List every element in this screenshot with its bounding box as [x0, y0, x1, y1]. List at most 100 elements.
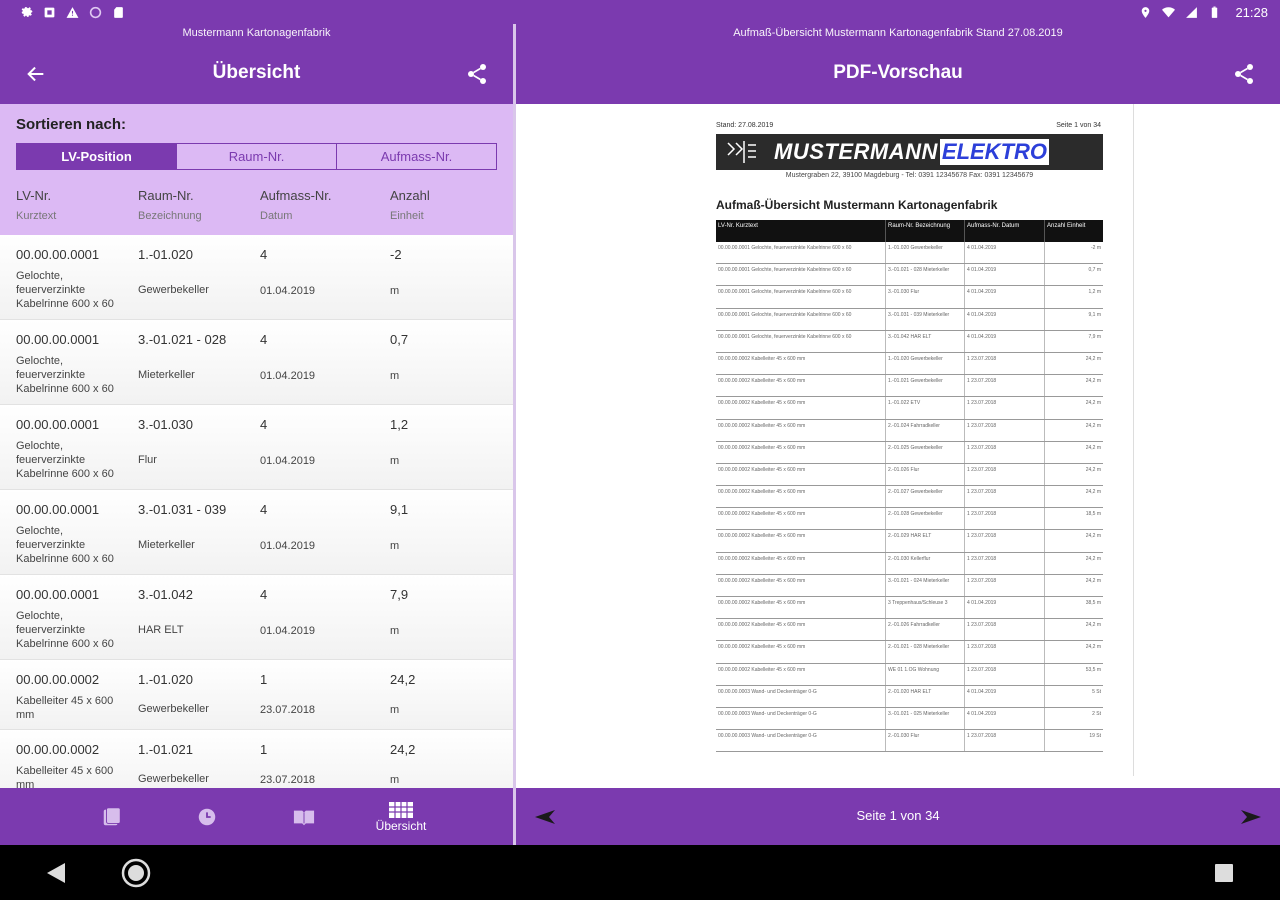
- pdf-table-cell: 00.00.00.0002 Kabelleiter 45 x 600 mm: [716, 597, 886, 619]
- documents-icon: [103, 806, 121, 825]
- pdf-table-cell: 00.00.00.0002 Kabelleiter 45 x 600 mm: [716, 463, 886, 486]
- logo-text-blue: ELEKTRO: [939, 139, 1050, 165]
- system-back-button[interactable]: [40, 857, 72, 889]
- sort-label: Sortieren nach:: [16, 116, 127, 133]
- list-item[interactable]: 00.00.00.0002 1.-01.020 1 24,2 Gewerbekeller…: [0, 660, 513, 730]
- row-datum: 01.04.2019: [260, 625, 316, 637]
- pdf-table-cell: 00.00.00.0002 Kabelleiter 45 x 600 mm: [716, 619, 886, 641]
- row-kurztext-line: Kabelrinne 600 x 60: [16, 553, 114, 565]
- list-item[interactable]: 00.00.00.0001 3.-01.042 4 7,9 HAR ELT 01.04.2…: [0, 575, 513, 660]
- row-kurztext-line: Gelochte,: [16, 610, 64, 622]
- pdf-pager: Seite 1 von 34: [516, 788, 1280, 845]
- pdf-table-cell: 1.-01.021 Gewerbekeller: [886, 375, 965, 397]
- nav-catalog[interactable]: [264, 788, 344, 845]
- pdf-table-cell: 1.-01.020 Gewerbekeller: [886, 352, 965, 375]
- row-anzahl: 9,1: [390, 502, 409, 517]
- pdf-table-cell: 2.-01.024 Fahrradkeller: [886, 419, 965, 441]
- pdf-table-cell: 1 23.07.2018: [965, 641, 1045, 663]
- row-kurztext: Gelochte, feuerverzinkte Kabelrinne 600 x …: [16, 269, 114, 311]
- row-kurztext-line: Gelochte,: [16, 270, 64, 282]
- pdf-table-row: 00.00.00.0002 Kabelleiter 45 x 600 mm 2.-…: [716, 641, 1103, 664]
- pdf-page-header: Stand: 27.08.2019 Seite 1 von 34: [716, 122, 1101, 129]
- nav-documents[interactable]: [72, 788, 152, 845]
- pdf-table-cell: 1 23.07.2018: [965, 397, 1045, 419]
- row-raum-nr: 3.-01.030: [138, 417, 193, 432]
- pdf-table-cell: 1.-01.022 ETV: [886, 397, 965, 419]
- sort-option-aufmass-nr[interactable]: Aufmass-Nr.: [337, 144, 496, 169]
- pdf-table-cell: 3.-01.030 Flur: [886, 286, 965, 308]
- next-page-button[interactable]: [1236, 802, 1266, 832]
- pdf-table-header: LV-Nr. Kurztext Raum-Nr. Bezeichnung Auf…: [716, 220, 1103, 242]
- sort-panel: Sortieren nach: LV-Position Raum-Nr. Auf…: [0, 104, 513, 235]
- pdf-table-cell: 24,2 m: [1085, 378, 1101, 385]
- row-kurztext-line: Kabelleiter 45 x 600: [16, 695, 114, 707]
- pdf-table-cell: 0,7 m: [1088, 267, 1101, 274]
- bottom-navigation: Übersicht: [0, 788, 513, 845]
- overview-list[interactable]: 00.00.00.0001 1.-01.020 4 -2 Gewerbekeller 01…: [0, 235, 513, 788]
- recents-icon: [1215, 864, 1233, 882]
- pdf-table-cell: 00.00.00.0002 Kabelleiter 45 x 600 mm: [716, 552, 886, 574]
- status-bar: 21:28: [0, 0, 1280, 24]
- logo-text-white: MUSTERMANN: [774, 139, 938, 164]
- pdf-table-cell: 1 23.07.2018: [965, 552, 1045, 574]
- row-lv-nr: 00.00.00.0001: [16, 502, 100, 517]
- row-aufmass-nr: 4: [260, 247, 268, 262]
- pdf-table-row: 00.00.00.0001 Gelochte, feuerverzinkte K…: [716, 330, 1103, 353]
- pdf-table-cell: 2.-01.021 - 028 Mieterkeller: [886, 641, 965, 663]
- pdf-table-row: 00.00.00.0003 Wand- und Deckenträger 0-G…: [716, 707, 1103, 731]
- row-lv-nr: 00.00.00.0002: [16, 672, 100, 687]
- pdf-share-button[interactable]: [1230, 60, 1258, 88]
- pdf-table-cell: 2.-01.028 Gewerbekeller: [886, 508, 965, 530]
- pdf-table-cell: 24,2 m: [1085, 644, 1101, 651]
- pdf-table-cell: 00.00.00.0002 Kabelleiter 45 x 600 mm: [716, 574, 886, 596]
- pdf-table-cell: 1 23.07.2018: [965, 375, 1045, 397]
- pdf-table-row: 00.00.00.0002 Kabelleiter 45 x 600 mm 1.-…: [716, 397, 1103, 420]
- row-kurztext-line: Kabelrinne 600 x 60: [16, 298, 114, 310]
- list-item[interactable]: 00.00.00.0002 1.-01.021 1 24,2 Gewerbekeller…: [0, 730, 513, 788]
- row-kurztext-line: Kabelrinne 600 x 60: [16, 638, 114, 650]
- list-item[interactable]: 00.00.00.0001 3.-01.031 - 039 4 9,1 Mieterke…: [0, 490, 513, 575]
- row-datum: 23.07.2018: [260, 704, 316, 716]
- sort-option-raum-nr[interactable]: Raum-Nr.: [177, 144, 337, 169]
- pdf-viewer[interactable]: Stand: 27.08.2019 Seite 1 von 34 MUSTERM…: [516, 104, 1280, 788]
- system-home-button[interactable]: [120, 857, 152, 889]
- share-button[interactable]: [463, 60, 491, 88]
- clock-text: 21:28: [1235, 4, 1268, 20]
- row-anzahl: -2: [390, 247, 402, 262]
- system-navigation-bar: [0, 845, 1280, 900]
- pdf-table-cell: 9,1 m: [1088, 311, 1101, 318]
- row-bezeichnung: Mieterkeller: [138, 539, 195, 551]
- pdf-table-row: 00.00.00.0002 Kabelleiter 45 x 600 mm 1.-…: [716, 352, 1103, 376]
- system-recents-button[interactable]: [1208, 857, 1240, 889]
- nav-overview[interactable]: Übersicht: [361, 788, 441, 845]
- pdf-table-cell: 00.00.00.0002 Kabelleiter 45 x 600 mm: [716, 641, 886, 663]
- row-anzahl: 24,2: [390, 672, 416, 687]
- pdf-table-cell: 2.-01.025 Gewerbekeller: [886, 441, 965, 463]
- row-kurztext-line: Kabelrinne 600 x 60: [16, 383, 114, 395]
- row-raum-nr: 3.-01.021 - 028: [138, 332, 227, 347]
- pdf-table-cell: 1 23.07.2018: [965, 508, 1045, 530]
- pdf-table-row: 00.00.00.0001 Gelochte, feuerverzinkte K…: [716, 308, 1103, 331]
- list-item[interactable]: 00.00.00.0001 3.-01.021 - 028 4 0,7 Mieterke…: [0, 320, 513, 405]
- pdf-table-row: 00.00.00.0001 Gelochte, feuerverzinkte K…: [716, 286, 1103, 309]
- pdf-table-cell: 24,2 m: [1085, 489, 1101, 496]
- pdf-table-cell: WE 01 1.OG Wohnung: [886, 663, 965, 685]
- pdf-table-cell: 38,5 m: [1085, 600, 1101, 606]
- pdf-table-cell: 00.00.00.0002 Kabelleiter 45 x 600 mm: [716, 508, 886, 530]
- sort-option-lv-position[interactable]: LV-Position: [17, 144, 177, 169]
- share-icon: [468, 64, 486, 84]
- row-einheit: m: [390, 370, 400, 382]
- row-einheit: m: [390, 285, 400, 297]
- row-aufmass-nr: 4: [260, 587, 268, 602]
- row-datum: 01.04.2019: [260, 455, 316, 467]
- list-item[interactable]: 00.00.00.0001 3.-01.030 4 1,2 Flur 01.04.2019…: [0, 405, 513, 490]
- pdf-table-cell: 00.00.00.0002 Kabelleiter 45 x 600 mm: [716, 663, 886, 685]
- col-header-datum: Datum: [260, 210, 293, 222]
- row-aufmass-nr: 4: [260, 502, 268, 517]
- list-item[interactable]: 00.00.00.0001 1.-01.020 4 -2 Gewerbekeller 01…: [0, 235, 513, 320]
- nav-history[interactable]: [167, 788, 247, 845]
- pdf-table-cell: 4 01.04.2019: [965, 242, 1045, 264]
- pdf-stand-date: Stand: 27.08.2019: [716, 122, 774, 129]
- pdf-table-cell: 3.-01.031 - 039 Mieterkeller: [886, 308, 965, 330]
- pdf-table-cell: 3.-01.021 - 028 Mieterkeller: [886, 264, 965, 286]
